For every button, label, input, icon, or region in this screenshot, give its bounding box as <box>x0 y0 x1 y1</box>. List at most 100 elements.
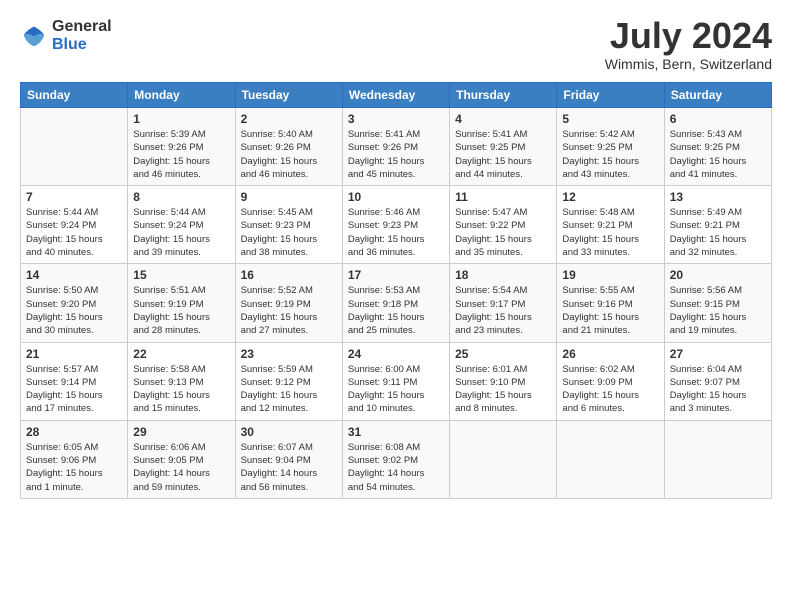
day-info: Sunrise: 5:53 AM Sunset: 9:18 PM Dayligh… <box>348 284 444 337</box>
calendar-cell: 15 Sunrise: 5:51 AM Sunset: 9:19 PM Dayli… <box>128 264 235 342</box>
day-number: 1 <box>133 112 229 126</box>
calendar-cell: 29 Sunrise: 6:06 AM Sunset: 9:05 PM Dayli… <box>128 420 235 498</box>
calendar-cell: 27Sunrise: 6:04 AM Sunset: 9:07 PM Dayli… <box>664 342 771 420</box>
page-header: General Blue July 2024 Wimmis, Bern, Swi… <box>20 18 772 72</box>
day-number: 16 <box>241 268 337 282</box>
day-number: 31 <box>348 425 444 439</box>
day-info: Sunrise: 5:47 AM Sunset: 9:22 PM Dayligh… <box>455 206 551 259</box>
day-number: 8 <box>133 190 229 204</box>
day-info: Sunrise: 5:42 AM Sunset: 9:25 PM Dayligh… <box>562 128 658 181</box>
day-info: Sunrise: 5:44 AM Sunset: 9:24 PM Dayligh… <box>133 206 229 259</box>
day-info: Sunrise: 5:56 AM Sunset: 9:15 PM Dayligh… <box>670 284 766 337</box>
calendar-header: Sunday Monday Tuesday Wednesday Thursday… <box>21 83 772 108</box>
calendar-cell: 8 Sunrise: 5:44 AM Sunset: 9:24 PM Daylig… <box>128 186 235 264</box>
calendar-cell: 25 Sunrise: 6:01 AM Sunset: 9:10 PM Dayli… <box>450 342 557 420</box>
day-number: 28 <box>26 425 122 439</box>
day-number: 4 <box>455 112 551 126</box>
day-info: Sunrise: 5:52 AM Sunset: 9:19 PM Dayligh… <box>241 284 337 337</box>
day-number: 25 <box>455 347 551 361</box>
logo-text: General Blue <box>52 18 112 53</box>
day-info: Sunrise: 5:40 AM Sunset: 9:26 PM Dayligh… <box>241 128 337 181</box>
day-number: 21 <box>26 347 122 361</box>
day-info: Sunrise: 5:44 AM Sunset: 9:24 PM Dayligh… <box>26 206 122 259</box>
day-info: Sunrise: 6:00 AM Sunset: 9:11 PM Dayligh… <box>348 363 444 416</box>
calendar-week-2: 7 Sunrise: 5:44 AM Sunset: 9:24 PM Daylig… <box>21 186 772 264</box>
day-info: Sunrise: 5:58 AM Sunset: 9:13 PM Dayligh… <box>133 363 229 416</box>
day-number: 17 <box>348 268 444 282</box>
day-number: 20 <box>670 268 766 282</box>
day-info: Sunrise: 6:06 AM Sunset: 9:05 PM Dayligh… <box>133 441 229 494</box>
day-number: 23 <box>241 347 337 361</box>
calendar-cell: 20 Sunrise: 5:56 AM Sunset: 9:15 PM Dayli… <box>664 264 771 342</box>
calendar-cell: 31 Sunrise: 6:08 AM Sunset: 9:02 PM Dayli… <box>342 420 449 498</box>
calendar-cell: 26Sunrise: 6:02 AM Sunset: 9:09 PM Dayli… <box>557 342 664 420</box>
day-info: Sunrise: 5:57 AM Sunset: 9:14 PM Dayligh… <box>26 363 122 416</box>
calendar-cell: 30Sunrise: 6:07 AM Sunset: 9:04 PM Dayli… <box>235 420 342 498</box>
col-sunday: Sunday <box>21 83 128 108</box>
day-number: 22 <box>133 347 229 361</box>
day-info: Sunrise: 6:02 AM Sunset: 9:09 PM Dayligh… <box>562 363 658 416</box>
day-number: 30 <box>241 425 337 439</box>
col-friday: Friday <box>557 83 664 108</box>
day-info: Sunrise: 5:51 AM Sunset: 9:19 PM Dayligh… <box>133 284 229 337</box>
logo-icon <box>20 22 48 50</box>
day-info: Sunrise: 5:55 AM Sunset: 9:16 PM Dayligh… <box>562 284 658 337</box>
calendar-cell: 24 Sunrise: 6:00 AM Sunset: 9:11 PM Dayli… <box>342 342 449 420</box>
calendar-cell: 14Sunrise: 5:50 AM Sunset: 9:20 PM Dayli… <box>21 264 128 342</box>
day-info: Sunrise: 5:41 AM Sunset: 9:26 PM Dayligh… <box>348 128 444 181</box>
calendar-cell: 17 Sunrise: 5:53 AM Sunset: 9:18 PM Dayli… <box>342 264 449 342</box>
calendar-cell: 11Sunrise: 5:47 AM Sunset: 9:22 PM Dayli… <box>450 186 557 264</box>
day-number: 19 <box>562 268 658 282</box>
day-number: 13 <box>670 190 766 204</box>
calendar-week-5: 28 Sunrise: 6:05 AM Sunset: 9:06 PM Dayli… <box>21 420 772 498</box>
day-number: 12 <box>562 190 658 204</box>
calendar-cell <box>21 108 128 186</box>
day-info: Sunrise: 6:05 AM Sunset: 9:06 PM Dayligh… <box>26 441 122 494</box>
day-number: 2 <box>241 112 337 126</box>
title-section: July 2024 Wimmis, Bern, Switzerland <box>605 18 772 72</box>
logo-general-text: General <box>52 18 112 36</box>
day-number: 3 <box>348 112 444 126</box>
days-of-week-row: Sunday Monday Tuesday Wednesday Thursday… <box>21 83 772 108</box>
day-number: 9 <box>241 190 337 204</box>
calendar-cell <box>664 420 771 498</box>
day-info: Sunrise: 5:59 AM Sunset: 9:12 PM Dayligh… <box>241 363 337 416</box>
calendar-cell: 21 Sunrise: 5:57 AM Sunset: 9:14 PM Dayli… <box>21 342 128 420</box>
calendar-cell: 12 Sunrise: 5:48 AM Sunset: 9:21 PM Dayli… <box>557 186 664 264</box>
page-container: General Blue July 2024 Wimmis, Bern, Swi… <box>0 0 792 509</box>
location-text: Wimmis, Bern, Switzerland <box>605 56 772 72</box>
day-info: Sunrise: 5:54 AM Sunset: 9:17 PM Dayligh… <box>455 284 551 337</box>
calendar-cell: 6Sunrise: 5:43 AM Sunset: 9:25 PM Daylig… <box>664 108 771 186</box>
logo-blue-text: Blue <box>52 36 112 54</box>
calendar-cell: 2 Sunrise: 5:40 AM Sunset: 9:26 PM Daylig… <box>235 108 342 186</box>
day-info: Sunrise: 5:43 AM Sunset: 9:25 PM Dayligh… <box>670 128 766 181</box>
calendar-cell: 13Sunrise: 5:49 AM Sunset: 9:21 PM Dayli… <box>664 186 771 264</box>
day-number: 29 <box>133 425 229 439</box>
day-number: 15 <box>133 268 229 282</box>
col-saturday: Saturday <box>664 83 771 108</box>
day-info: Sunrise: 5:39 AM Sunset: 9:26 PM Dayligh… <box>133 128 229 181</box>
col-thursday: Thursday <box>450 83 557 108</box>
col-wednesday: Wednesday <box>342 83 449 108</box>
day-number: 24 <box>348 347 444 361</box>
calendar-week-3: 14Sunrise: 5:50 AM Sunset: 9:20 PM Dayli… <box>21 264 772 342</box>
day-info: Sunrise: 6:01 AM Sunset: 9:10 PM Dayligh… <box>455 363 551 416</box>
day-info: Sunrise: 5:45 AM Sunset: 9:23 PM Dayligh… <box>241 206 337 259</box>
calendar-week-4: 21 Sunrise: 5:57 AM Sunset: 9:14 PM Dayli… <box>21 342 772 420</box>
calendar-cell: 16 Sunrise: 5:52 AM Sunset: 9:19 PM Dayli… <box>235 264 342 342</box>
calendar-table: Sunday Monday Tuesday Wednesday Thursday… <box>20 82 772 499</box>
day-number: 18 <box>455 268 551 282</box>
calendar-cell: 1 Sunrise: 5:39 AM Sunset: 9:26 PM Daylig… <box>128 108 235 186</box>
calendar-week-1: 1 Sunrise: 5:39 AM Sunset: 9:26 PM Daylig… <box>21 108 772 186</box>
day-info: Sunrise: 5:48 AM Sunset: 9:21 PM Dayligh… <box>562 206 658 259</box>
calendar-cell: 28 Sunrise: 6:05 AM Sunset: 9:06 PM Dayli… <box>21 420 128 498</box>
day-info: Sunrise: 5:46 AM Sunset: 9:23 PM Dayligh… <box>348 206 444 259</box>
calendar-cell: 23 Sunrise: 5:59 AM Sunset: 9:12 PM Dayli… <box>235 342 342 420</box>
col-tuesday: Tuesday <box>235 83 342 108</box>
calendar-cell <box>450 420 557 498</box>
logo: General Blue <box>20 18 112 53</box>
day-info: Sunrise: 6:08 AM Sunset: 9:02 PM Dayligh… <box>348 441 444 494</box>
day-number: 7 <box>26 190 122 204</box>
day-number: 10 <box>348 190 444 204</box>
day-info: Sunrise: 6:04 AM Sunset: 9:07 PM Dayligh… <box>670 363 766 416</box>
